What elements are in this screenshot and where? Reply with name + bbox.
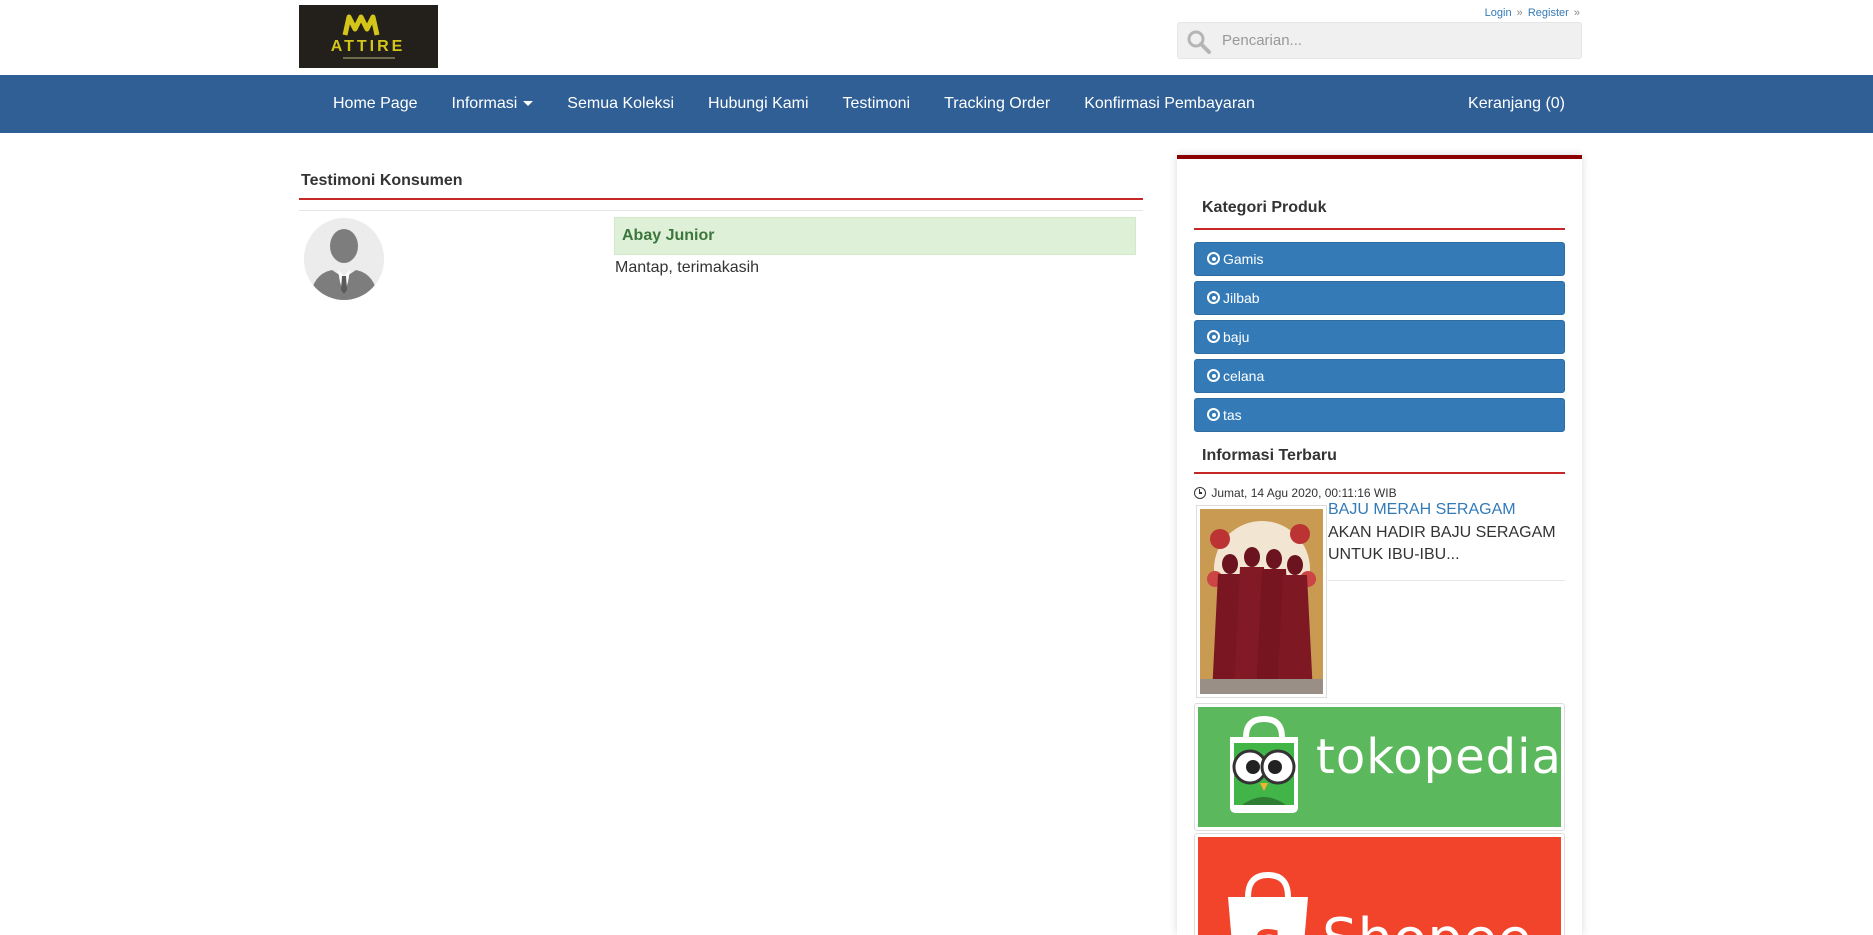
site-logo[interactable]: ATTIRE [299,5,438,68]
testimonial-text: Mantap, terimakasih [615,259,760,276]
logo-text: ATTIRE [331,38,406,55]
divider [299,198,1143,200]
circle-dot-icon [1207,408,1220,421]
clock-icon [1194,487,1206,499]
category-tas[interactable]: tas [1194,398,1565,432]
divider [1328,580,1565,581]
category-label: Jilbab [1223,290,1260,306]
nav-hubungi-kami[interactable]: Hubungi Kami [691,75,826,133]
shopee-wordmark: Shopee [1322,907,1532,935]
category-gamis[interactable]: Gamis [1194,242,1565,276]
news-thumbnail[interactable] [1196,505,1327,698]
nav-semua-koleksi[interactable]: Semua Koleksi [550,75,691,133]
nav-informasi-dropdown[interactable]: Informasi [435,75,551,133]
nav-label: Semua Koleksi [567,95,675,112]
news-section-title: Informasi Terbaru [1202,447,1337,464]
circle-dot-icon [1207,291,1220,304]
category-jilbab[interactable]: Jilbab [1194,281,1565,315]
news-date: Jumat, 14 Agu 2020, 00:11:16 WIB [1194,486,1397,500]
login-link[interactable]: Login [1485,7,1512,19]
nav-label: Informasi [451,95,518,112]
avatar [304,218,384,300]
category-label: celana [1223,368,1265,384]
circle-dot-icon [1207,369,1220,382]
search-icon[interactable] [1186,29,1212,55]
categories-title: Kategori Produk [1202,199,1327,216]
circle-dot-icon [1207,330,1220,343]
circle-dot-icon [1207,252,1220,265]
divider [1194,228,1565,230]
caret-down-icon [523,101,534,107]
search-box [1177,22,1582,59]
category-label: baju [1223,329,1250,345]
account-links: Login » Register » [1485,7,1582,19]
page-title: Testimoni Konsumen [301,172,463,189]
sidebar: Kategori Produk Gamis Jilbab baju celana… [1177,155,1582,935]
nav-home-page[interactable]: Home Page [316,75,435,133]
category-celana[interactable]: celana [1194,359,1565,393]
news-title-link[interactable]: BAJU MERAH SERAGAM [1328,501,1516,519]
svg-text:S: S [1254,923,1283,935]
nav-konfirmasi-pembayaran[interactable]: Konfirmasi Pembayaran [1067,75,1272,133]
testimonial-author: Abay Junior [614,217,1136,255]
cart-link[interactable]: Keranjang (0) [1451,75,1582,133]
category-baju[interactable]: baju [1194,320,1565,354]
news-excerpt: AKAN HADIR BAJU SERAGAM UNTUK IBU-IBU... [1328,524,1556,563]
tokopedia-wordmark: tokopedia [1316,729,1561,785]
nav-label: Tracking Order [944,95,1051,112]
nav-label: Konfirmasi Pembayaran [1084,95,1255,112]
separator: » [1516,7,1523,19]
nav-label: Home Page [333,95,418,112]
main-navbar: Home Page Informasi Semua Koleksi Hubung… [0,75,1873,133]
shopee-banner[interactable]: S Shopee [1194,833,1565,935]
news-date-text: Jumat, 14 Agu 2020, 00:11:16 WIB [1211,486,1397,500]
category-label: tas [1223,407,1242,423]
search-input[interactable] [1222,23,1577,58]
divider [1194,472,1565,474]
nav-label: Testimoni [842,95,911,112]
category-label: Gamis [1223,251,1264,267]
separator: » [1573,7,1580,19]
tokopedia-banner[interactable]: tokopedia [1194,703,1565,831]
header: ATTIRE Login » Register » [0,0,1873,75]
nav-tracking-order[interactable]: Tracking Order [927,75,1067,133]
register-link[interactable]: Register [1528,7,1569,19]
nav-label: Hubungi Kami [708,95,809,112]
nav-testimoni[interactable]: Testimoni [826,75,928,133]
user-silhouette-icon [304,218,384,300]
divider [299,210,1143,211]
